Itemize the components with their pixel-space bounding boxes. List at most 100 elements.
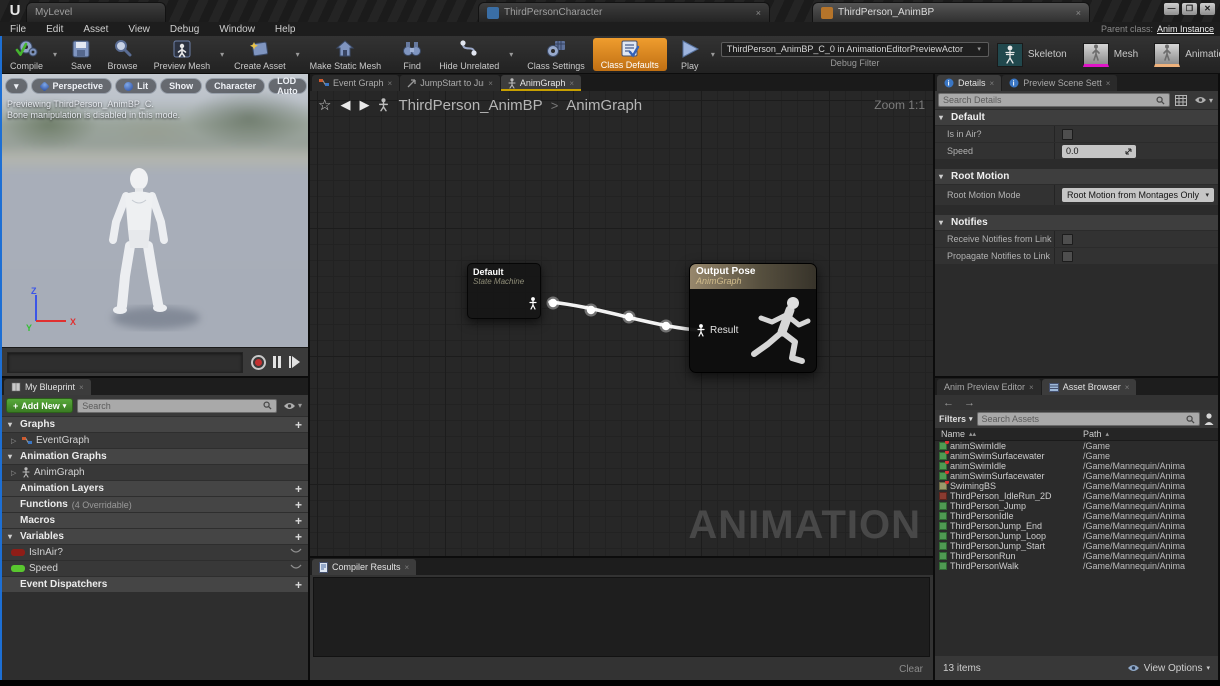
tab-animgraph[interactable]: AnimGraph × (501, 75, 581, 91)
history-back-button[interactable]: ← (943, 397, 954, 409)
asset-row[interactable]: animSwimSurfacewater/Game/Mannequin/Anim… (935, 471, 1218, 481)
add-graph-button[interactable]: + (295, 419, 302, 431)
minimize-button[interactable]: — (1164, 3, 1179, 15)
details-search-box[interactable] (938, 93, 1170, 107)
close-icon[interactable]: × (488, 79, 493, 88)
section-animation-graphs[interactable]: ▾ Animation Graphs (2, 449, 308, 464)
asset-row[interactable]: animSwimSurfacewater/Game (935, 451, 1218, 461)
window-tab-thirdperson-animbp[interactable]: ThirdPerson_AnimBP × (812, 2, 1090, 22)
section-macros[interactable]: Macros + (2, 513, 308, 528)
section-functions[interactable]: Functions (4 Overridable) + (2, 497, 308, 512)
parent-class-link[interactable]: Anim Instance (1157, 24, 1214, 34)
save-button[interactable]: Save (63, 36, 100, 73)
find-button[interactable]: Find (393, 36, 431, 73)
variable-isinair[interactable]: IsInAir? (2, 545, 308, 560)
menu-file[interactable]: File (0, 24, 36, 35)
timeline-scrubber[interactable] (7, 352, 243, 373)
menu-debug[interactable]: Debug (160, 24, 209, 35)
receive-notifies-checkbox[interactable] (1062, 234, 1073, 245)
tab-jumpstart-to-jump[interactable]: JumpStart to Jump × (400, 75, 500, 91)
asset-row[interactable]: ThirdPersonRun/Game/Mannequin/Anima (935, 551, 1218, 561)
asset-row[interactable]: ThirdPerson_Jump/Game/Mannequin/Anima (935, 501, 1218, 511)
expander-icon[interactable]: ▷ (11, 437, 18, 445)
details-section-notifies[interactable]: ▾ Notifies (935, 215, 1218, 230)
add-new-button[interactable]: + Add New ▾ (6, 398, 73, 413)
animgraph-canvas[interactable]: ☆ ◀ ▶ ThirdPerson_AnimBP > AnimGraph Zoo… (310, 91, 933, 556)
close-icon[interactable]: × (1076, 8, 1081, 18)
maximize-button[interactable]: ❐ (1182, 3, 1197, 15)
preview-mesh-button[interactable]: Preview Mesh (146, 36, 219, 73)
asset-row[interactable]: ThirdPerson_IdleRun_2D/Game/Mannequin/An… (935, 491, 1218, 501)
item-eventgraph[interactable]: ▷ EventGraph (2, 433, 308, 448)
add-animation-layer-button[interactable]: + (295, 483, 302, 495)
preview-mesh-caret-icon[interactable]: ▾ (218, 50, 226, 59)
variable-speed[interactable]: Speed (2, 561, 308, 576)
browse-button[interactable]: Browse (100, 36, 146, 73)
window-tab-mylevel[interactable]: MyLevel (26, 2, 166, 22)
asset-row[interactable]: animSwimIdle/Game (935, 441, 1218, 451)
clear-button[interactable]: Clear (899, 664, 923, 675)
blueprint-search-input[interactable] (82, 401, 263, 411)
lod-auto-button[interactable]: LOD Auto (268, 78, 306, 94)
character-button[interactable]: Character (205, 78, 265, 94)
result-input-pin[interactable]: Result (697, 324, 738, 337)
menu-help[interactable]: Help (265, 24, 306, 35)
add-function-button[interactable]: + (295, 499, 302, 511)
item-animgraph[interactable]: ▷ AnimGraph (2, 465, 308, 480)
asset-search-box[interactable] (977, 412, 1200, 426)
menu-asset[interactable]: Asset (73, 24, 118, 35)
add-event-dispatcher-button[interactable]: + (295, 579, 302, 591)
add-variable-button[interactable]: + (295, 531, 302, 543)
menu-edit[interactable]: Edit (36, 24, 73, 35)
create-asset-caret-icon[interactable]: ▾ (294, 50, 302, 59)
close-icon[interactable]: × (990, 79, 995, 88)
asset-row[interactable]: ThirdPersonJump_Loop/Game/Mannequin/Anim… (935, 531, 1218, 541)
tab-asset-browser[interactable]: Asset Browser × (1042, 379, 1137, 395)
details-section-default[interactable]: ▾ Default (935, 110, 1218, 125)
blueprint-search-box[interactable] (77, 399, 277, 413)
mode-skeleton[interactable]: Skeleton (989, 39, 1075, 71)
asset-row[interactable]: animSwimIdle/Game/Mannequin/Anima (935, 461, 1218, 471)
person-filter-icon[interactable] (1204, 413, 1214, 425)
pause-button[interactable] (273, 356, 281, 368)
close-icon[interactable]: × (405, 563, 410, 572)
view-options-button[interactable]: View Options ▾ (1127, 663, 1210, 674)
visibility-filter-button[interactable]: ▾ (281, 401, 304, 410)
output-pose-node[interactable]: Output Pose AnimGraph Result (689, 263, 817, 373)
tab-preview-scene-settings[interactable]: i Preview Scene Sett × (1002, 75, 1117, 91)
create-asset-button[interactable]: Create Asset (226, 36, 294, 73)
eye-closed-icon[interactable] (290, 563, 302, 574)
column-header-name[interactable]: Name ▴▴ (935, 429, 1083, 439)
property-matrix-button[interactable] (1173, 95, 1189, 106)
class-defaults-button[interactable]: Class Defaults (593, 38, 667, 71)
expander-icon[interactable]: ▾ (8, 452, 16, 461)
play-options-caret-icon[interactable]: ▾ (709, 50, 717, 59)
menu-view[interactable]: View (118, 24, 160, 35)
add-macro-button[interactable]: + (295, 515, 302, 527)
is-in-air-checkbox[interactable] (1062, 129, 1073, 140)
close-icon[interactable]: × (79, 383, 84, 392)
tab-my-blueprint[interactable]: My Blueprint × (4, 379, 91, 395)
section-animation-layers[interactable]: Animation Layers + (2, 481, 308, 496)
compile-options-caret-icon[interactable]: ▾ (51, 50, 59, 59)
expander-icon[interactable]: ▾ (8, 532, 16, 541)
asset-row[interactable]: ThirdPersonWalk/Game/Mannequin/Anima (935, 561, 1218, 571)
lit-button[interactable]: Lit (115, 78, 157, 94)
expander-icon[interactable]: ▾ (8, 420, 16, 429)
section-graphs[interactable]: ▾ Graphs + (2, 417, 308, 432)
step-forward-button[interactable] (289, 356, 300, 368)
mode-mesh[interactable]: Mesh (1075, 39, 1146, 71)
state-machine-node[interactable]: Default State Machine (467, 263, 541, 319)
tab-event-graph[interactable]: Event Graph × (312, 75, 399, 91)
details-search-input[interactable] (943, 95, 1156, 105)
hide-unrelated-caret-icon[interactable]: ▾ (507, 50, 515, 59)
window-tab-thirdpersoncharacter[interactable]: ThirdPersonCharacter × (478, 2, 770, 22)
history-forward-button[interactable]: → (964, 397, 975, 409)
eye-closed-icon[interactable] (290, 547, 302, 558)
tab-anim-preview-editor[interactable]: Anim Preview Editor × (937, 379, 1041, 395)
close-icon[interactable]: × (1029, 383, 1034, 392)
mode-animation[interactable]: Animation ▾ (1146, 39, 1220, 71)
preview-viewport[interactable]: ▾ Perspective Lit Show Character LOD Aut… (2, 74, 308, 347)
asset-row[interactable]: SwimingBS/Game/Mannequin/Anima (935, 481, 1218, 491)
asset-row[interactable]: ThirdPersonIdle/Game/Mannequin/Anima (935, 511, 1218, 521)
